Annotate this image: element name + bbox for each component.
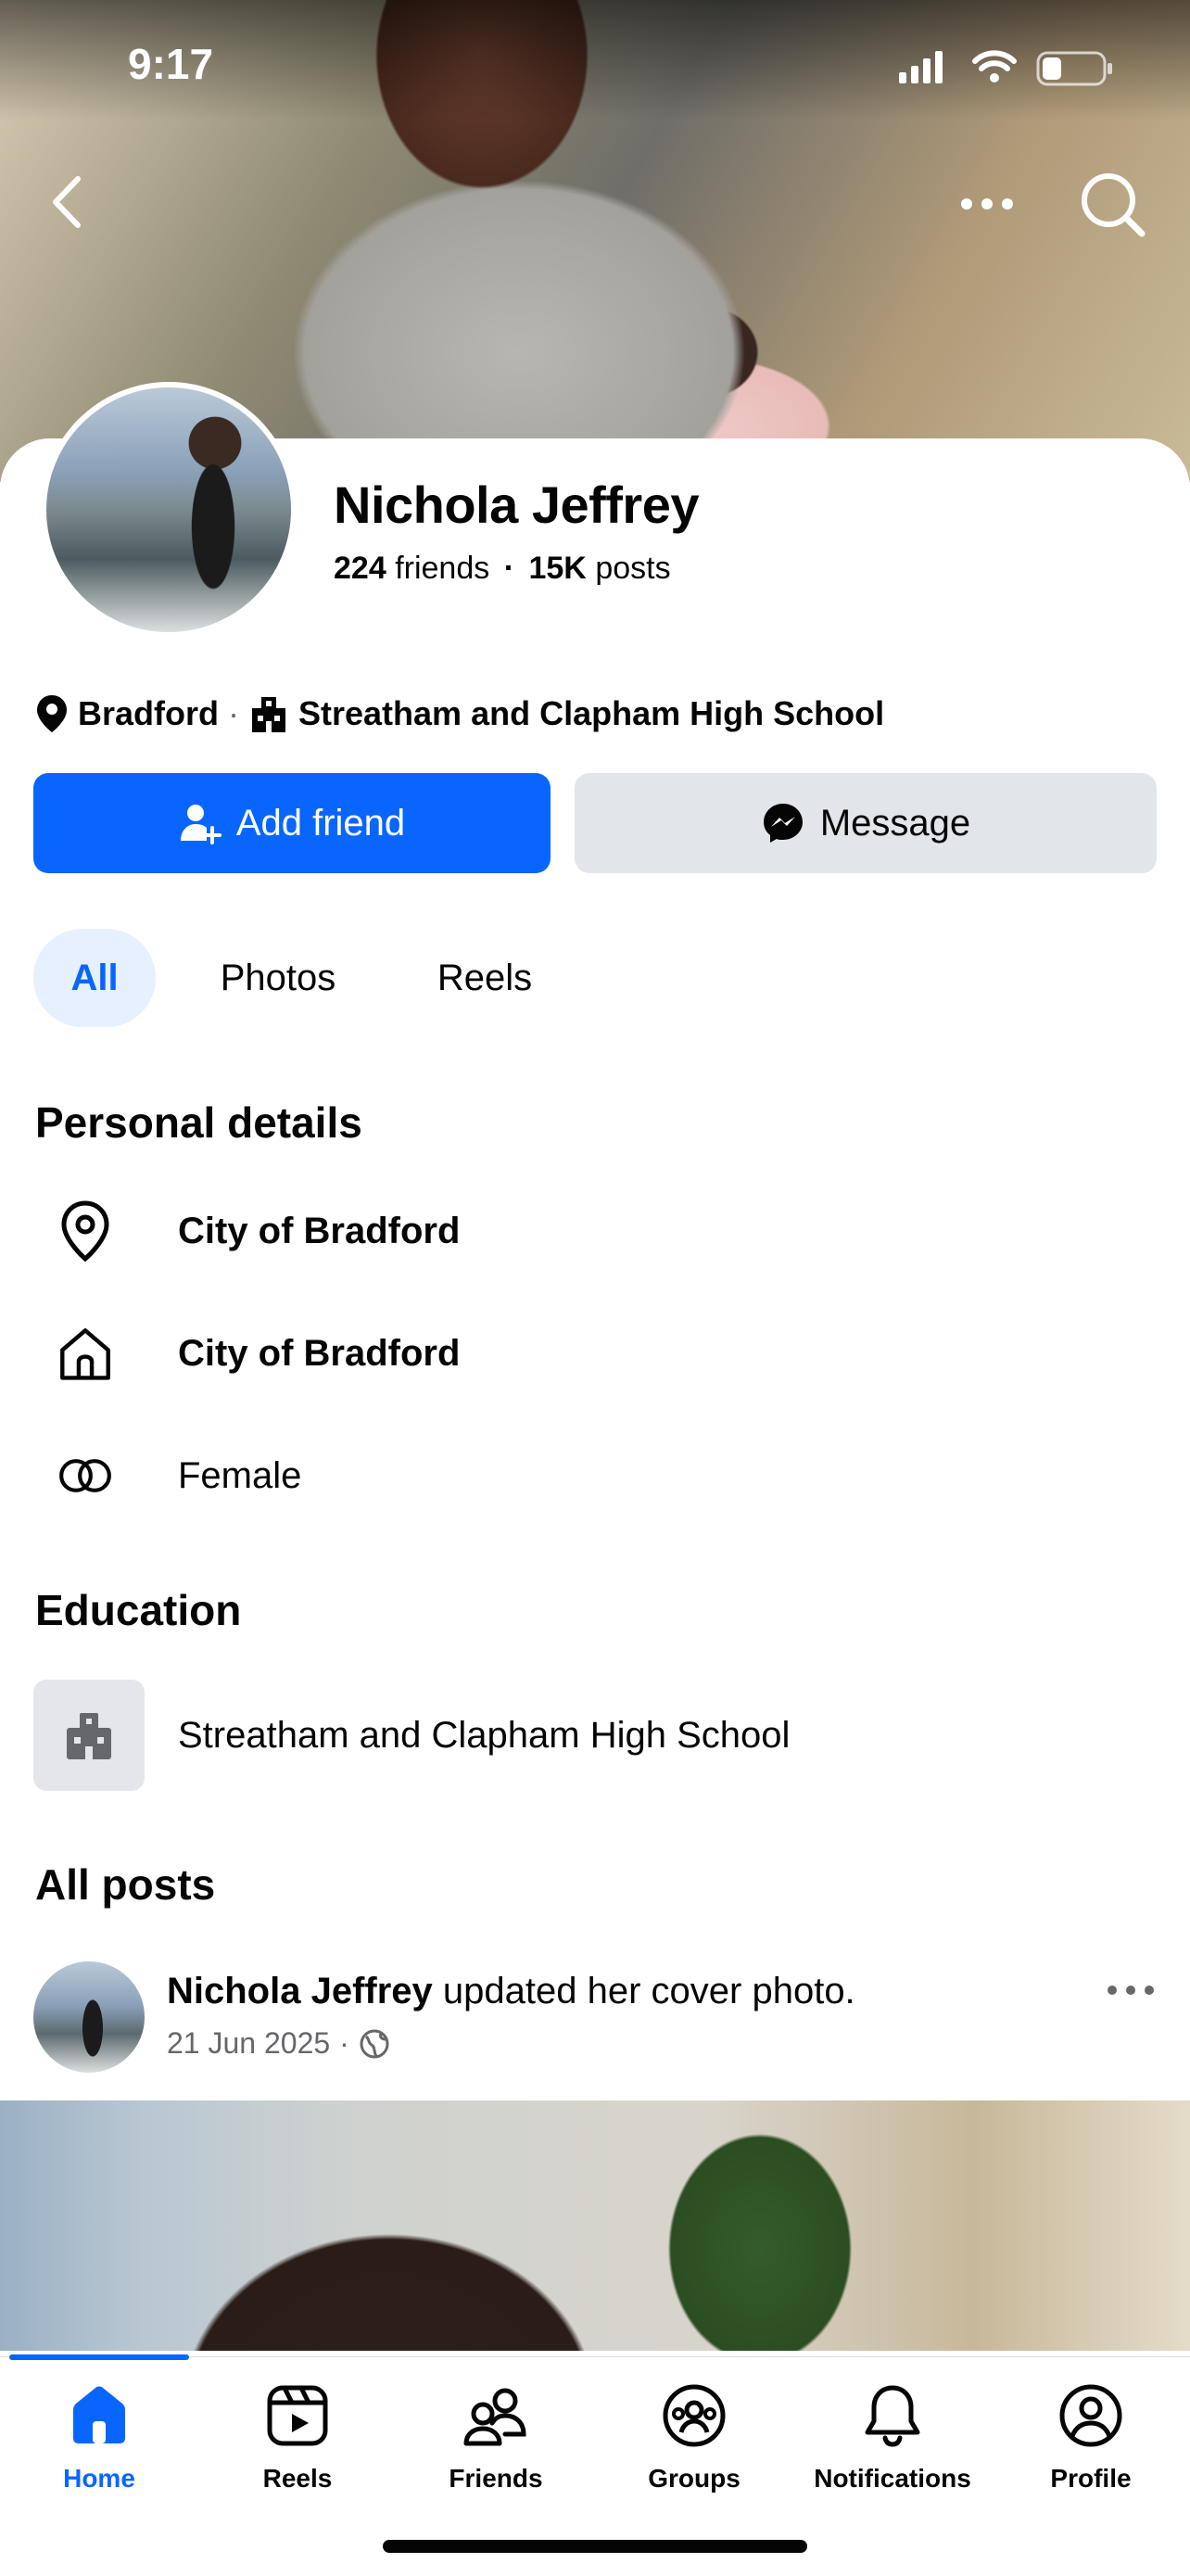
battery-icon [1036,51,1112,86]
post-action: updated her cover photo. [442,1971,855,2011]
detail-gender-text: Female [178,1454,302,1496]
nav-home-label: Home [63,2464,135,2493]
bell-icon [857,2380,928,2451]
nav-notifications[interactable]: Notifications [793,2380,992,2494]
friends-label[interactable]: friends [395,551,489,586]
profile-avatar[interactable] [46,387,291,632]
tab-photos[interactable]: Photos [195,929,361,1027]
status-icons [899,48,1131,94]
intro-row: Bradford · Streatham and Clapham High Sc… [35,693,884,734]
school-icon [33,1680,145,1791]
friends-icon [461,2380,531,2451]
more-options-button[interactable] [959,185,1015,222]
education-heading: Education [35,1586,242,1634]
detail-gender: Female [0,1420,1190,1531]
back-button[interactable] [44,171,91,233]
search-icon [1082,173,1146,237]
chevron-left-icon [53,176,81,228]
education-school[interactable]: Streatham and Clapham High School [178,1715,790,1757]
post-date[interactable]: 21 Jun 2025 [167,2026,330,2061]
post-photo[interactable] [0,2100,1190,2351]
groups-icon [659,2380,729,2451]
nav-friends[interactable]: Friends [397,2380,595,2494]
school-icon [252,697,285,732]
detail-hometown-text: City of Bradford [178,1332,461,1374]
profile-stats: 224 friends · 15K posts [334,551,671,587]
tab-all[interactable]: All [33,929,156,1027]
intro-school[interactable]: Streatham and Clapham High School [298,694,884,733]
search-button[interactable] [1075,167,1149,241]
post-author-avatar[interactable] [33,1961,145,2073]
nav-groups[interactable]: Groups [595,2380,793,2494]
posts-count: 15K [528,551,587,586]
signal-icon [899,51,943,83]
profile-name: Nichola Jeffrey [334,476,700,534]
location-pin-icon [37,695,67,732]
nav-home[interactable]: Home [0,2380,198,2494]
post-more-button[interactable] [1103,1976,1158,2004]
status-time: 9:17 [128,40,214,88]
globe-icon [360,2029,389,2058]
gender-rings-icon [57,1443,113,1508]
nav-profile[interactable]: Profile [992,2380,1190,2494]
location-pin-icon [57,1199,113,1263]
nav-friends-label: Friends [449,2464,543,2493]
nav-notifications-label: Notifications [814,2464,971,2493]
add-friend-button[interactable]: Add friend [33,773,551,873]
personal-details-heading: Personal details [35,1098,362,1147]
messenger-icon [763,804,803,843]
message-label: Message [819,802,971,844]
post-meta: 21 Jun 2025 · [167,2026,390,2061]
nav-reels-label: Reels [262,2464,333,2493]
more-dots-icon [961,198,1013,209]
reels-icon [262,2380,333,2451]
home-icon [57,1321,113,1386]
stats-separator: · [503,551,515,586]
add-friend-label: Add friend [235,802,406,844]
friends-count[interactable]: 224 [334,551,386,586]
post-header: Nichola Jeffrey updated her cover photo. [167,1971,855,2012]
tab-reels[interactable]: Reels [408,929,562,1027]
post-author[interactable]: Nichola Jeffrey [167,1971,433,2011]
nav-groups-label: Groups [648,2464,741,2493]
more-dots-icon [1108,1986,1154,1995]
add-person-icon [180,805,222,844]
message-button[interactable]: Message [575,773,1157,873]
nav-profile-label: Profile [1050,2464,1132,2493]
detail-current-city[interactable]: City of Bradford [0,1175,1190,1287]
posts-label: posts [595,551,671,586]
home-indicator [383,2540,807,2553]
nav-reels[interactable]: Reels [198,2380,397,2494]
detail-current-city-text: City of Bradford [178,1210,461,1251]
all-posts-heading: All posts [35,1860,216,1909]
nav-active-indicator [9,2354,189,2360]
intro-location[interactable]: Bradford [78,694,219,733]
profile-icon [1056,2380,1126,2451]
detail-hometown[interactable]: City of Bradford [0,1298,1190,1409]
wifi-icon [972,50,1017,71]
home-icon [64,2380,134,2451]
